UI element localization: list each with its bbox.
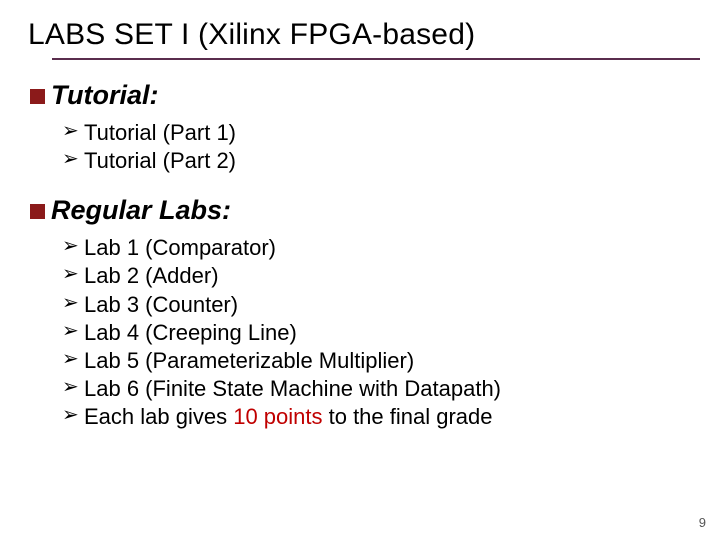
- section-heading: Tutorial:: [51, 80, 159, 111]
- list-item-text: Lab 2 (Adder): [84, 262, 692, 290]
- list-item: ➢ Lab 6 (Finite State Machine with Datap…: [62, 375, 692, 403]
- list-item-text: Lab 6 (Finite State Machine with Datapat…: [84, 375, 692, 403]
- section-heading: Regular Labs:: [51, 195, 231, 226]
- arrow-bullet-icon: ➢: [62, 319, 84, 345]
- list-item: ➢ Lab 5 (Parameterizable Multiplier): [62, 347, 692, 375]
- slide: LABS SET I (Xilinx FPGA-based) Tutorial:…: [0, 0, 720, 540]
- note-highlight: 10 points: [233, 404, 322, 429]
- arrow-bullet-icon: ➢: [62, 375, 84, 401]
- arrow-bullet-icon: ➢: [62, 291, 84, 317]
- list-item-text: Lab 5 (Parameterizable Multiplier): [84, 347, 692, 375]
- section-heading-row: Tutorial:: [30, 80, 692, 111]
- arrow-bullet-icon: ➢: [62, 147, 84, 173]
- section-tutorial: Tutorial: ➢ Tutorial (Part 1) ➢ Tutorial…: [30, 80, 692, 175]
- arrow-bullet-icon: ➢: [62, 262, 84, 288]
- arrow-bullet-icon: ➢: [62, 234, 84, 260]
- list-item: ➢ Lab 2 (Adder): [62, 262, 692, 290]
- slide-title: LABS SET I (Xilinx FPGA-based): [28, 18, 692, 52]
- page-number: 9: [699, 515, 706, 530]
- list-item-text: Tutorial (Part 2): [84, 147, 692, 175]
- list-item-text: Lab 3 (Counter): [84, 291, 692, 319]
- grade-note: Each lab gives 10 points to the final gr…: [84, 403, 692, 431]
- list-item: ➢ Lab 1 (Comparator): [62, 234, 692, 262]
- tutorial-list: ➢ Tutorial (Part 1) ➢ Tutorial (Part 2): [62, 119, 692, 175]
- title-rule: [52, 58, 700, 60]
- list-item: ➢ Tutorial (Part 2): [62, 147, 692, 175]
- list-item: ➢ Each lab gives 10 points to the final …: [62, 403, 692, 431]
- note-after: to the final grade: [323, 404, 493, 429]
- section-heading-row: Regular Labs:: [30, 195, 692, 226]
- list-item: ➢ Lab 4 (Creeping Line): [62, 319, 692, 347]
- list-item-text: Lab 4 (Creeping Line): [84, 319, 692, 347]
- arrow-bullet-icon: ➢: [62, 119, 84, 145]
- list-item-text: Lab 1 (Comparator): [84, 234, 692, 262]
- list-item-text: Tutorial (Part 1): [84, 119, 692, 147]
- square-bullet-icon: [30, 204, 45, 219]
- note-before: Each lab gives: [84, 404, 233, 429]
- arrow-bullet-icon: ➢: [62, 347, 84, 373]
- list-item: ➢ Tutorial (Part 1): [62, 119, 692, 147]
- section-regular-labs: Regular Labs: ➢ Lab 1 (Comparator) ➢ Lab…: [30, 195, 692, 431]
- labs-list: ➢ Lab 1 (Comparator) ➢ Lab 2 (Adder) ➢ L…: [62, 234, 692, 431]
- arrow-bullet-icon: ➢: [62, 403, 84, 429]
- square-bullet-icon: [30, 89, 45, 104]
- list-item: ➢ Lab 3 (Counter): [62, 291, 692, 319]
